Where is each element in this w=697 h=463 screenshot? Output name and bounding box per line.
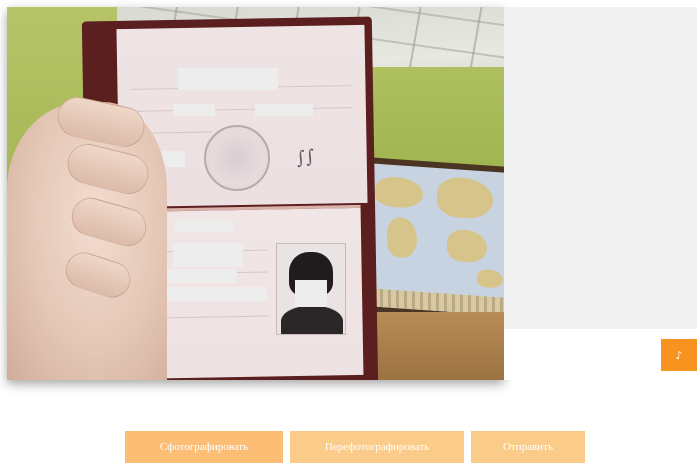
redacted-face xyxy=(295,280,327,307)
send-icon-button[interactable]: ♪ xyxy=(661,339,697,371)
redacted-field xyxy=(173,243,243,267)
send-button[interactable]: Отправить xyxy=(471,431,585,463)
redacted-field xyxy=(178,68,278,90)
take-photo-button[interactable]: Сфотографировать xyxy=(125,431,283,463)
background-wall-map xyxy=(362,156,504,323)
webcam-preview: ∫∫ xyxy=(7,7,504,380)
redacted-field xyxy=(173,104,215,116)
coat-of-arms-seal-icon xyxy=(204,125,270,191)
redacted-field xyxy=(175,220,233,232)
side-panel xyxy=(504,7,697,329)
signature-mark: ∫∫ xyxy=(294,145,317,170)
passport-photo xyxy=(276,243,346,335)
retake-photo-button[interactable]: Перефотографировать xyxy=(290,431,464,463)
redacted-field xyxy=(255,104,313,116)
music-note-icon: ♪ xyxy=(675,348,683,362)
